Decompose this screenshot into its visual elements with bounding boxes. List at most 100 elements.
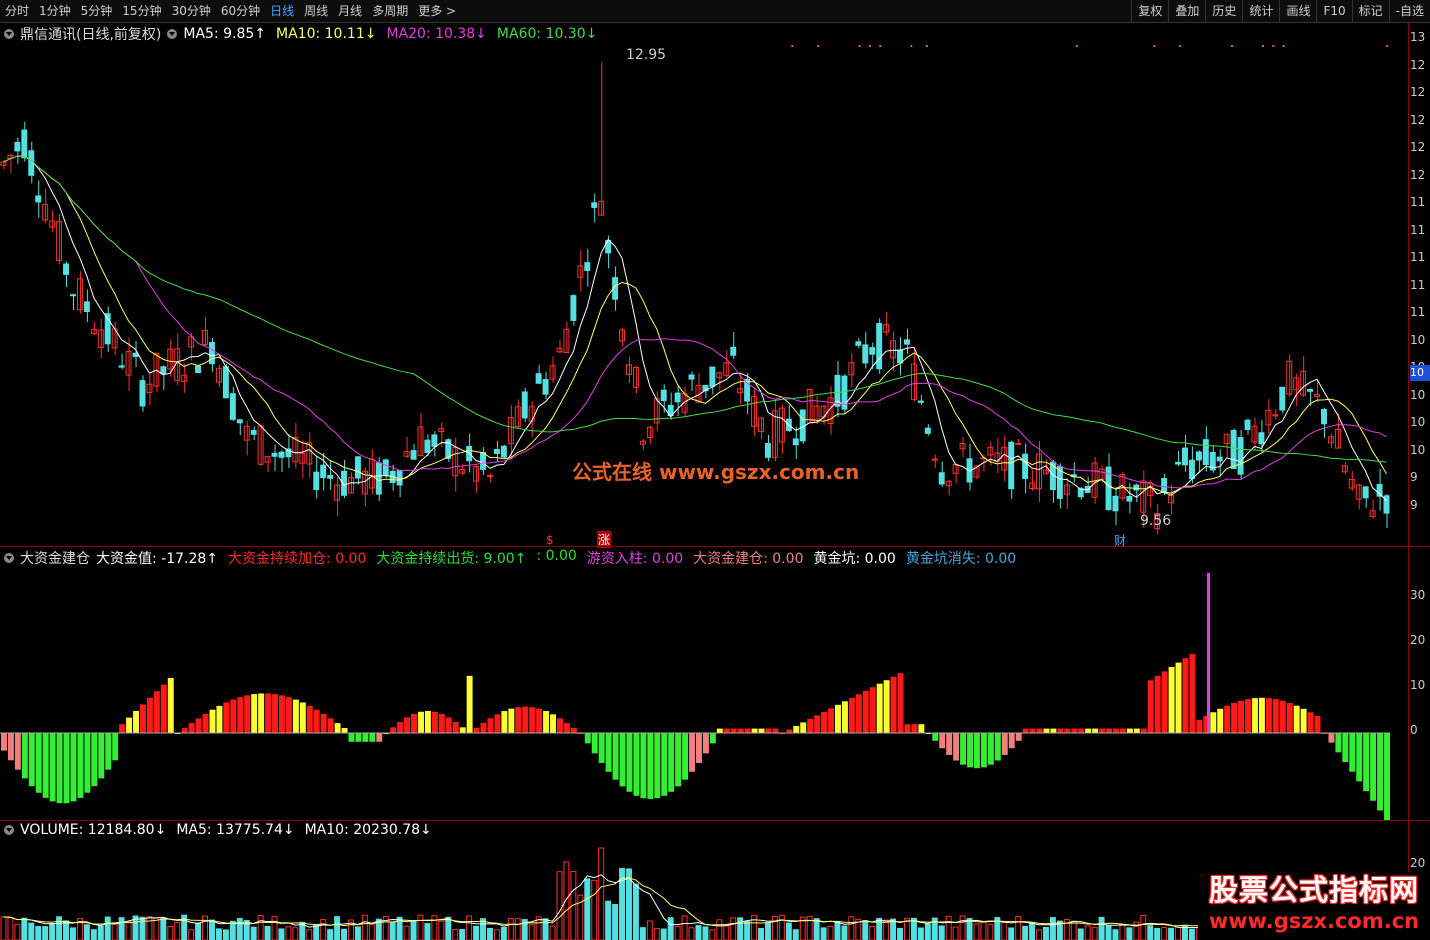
period-tab[interactable]: 5分钟	[76, 0, 118, 22]
y-tick: 0	[1410, 723, 1418, 737]
indicator-bar	[1265, 698, 1272, 733]
indicator-bar	[133, 711, 139, 733]
indicator-chart[interactable]	[0, 568, 1408, 820]
tool-button[interactable]: 历史	[1205, 0, 1242, 22]
tool-button[interactable]: -自选	[1388, 0, 1430, 22]
stock-title[interactable]: 鼎信通讯(日线,前复权)	[20, 24, 161, 44]
field-label: 大资金持续出货: 9.00↑	[376, 551, 527, 567]
indicator-bar	[911, 724, 918, 733]
candle-body	[278, 451, 285, 458]
field-label: 大资金建仓: 0.00	[693, 551, 804, 567]
indicator-bar	[7, 733, 14, 761]
tool-button[interactable]: 复权	[1131, 0, 1168, 22]
inflow-spike	[1207, 573, 1210, 733]
volume-bar	[1084, 925, 1091, 940]
volume-bar	[424, 923, 431, 940]
volume-bar	[1175, 926, 1182, 940]
volume-bar	[195, 922, 202, 940]
volume-bar	[1049, 917, 1056, 940]
volume-bar	[459, 929, 466, 940]
volume-bar	[1070, 920, 1077, 940]
tool-button[interactable]: 统计	[1242, 0, 1279, 22]
y-tick: 11	[1410, 195, 1426, 209]
period-tab[interactable]: 15分钟	[117, 0, 166, 22]
volume-bar	[598, 847, 605, 940]
indicator-bar	[202, 713, 209, 733]
tool-button[interactable]: 叠加	[1168, 0, 1205, 22]
volume-bar	[632, 883, 639, 940]
volume-dropdown-icon[interactable]	[4, 825, 14, 835]
volume-bar	[466, 915, 473, 940]
y-tick: 11	[1410, 250, 1426, 264]
candle-body	[584, 262, 591, 271]
volume-bar	[368, 923, 375, 940]
period-tab[interactable]: 月线	[333, 0, 367, 22]
indicator-bar	[668, 733, 675, 792]
indicator-bar	[1307, 712, 1314, 733]
volume-bar	[1022, 925, 1029, 940]
volume-bar	[744, 921, 751, 940]
candle-body	[730, 346, 737, 356]
signal-dot	[1282, 45, 1285, 47]
indicator-bar	[1064, 728, 1071, 733]
period-tab[interactable]: 日线	[265, 0, 299, 22]
indicator-name[interactable]: 大资金建仓	[20, 548, 90, 568]
event-marker-s[interactable]: $	[546, 533, 554, 547]
indicator-bar	[612, 733, 619, 780]
dropdown-circle-icon[interactable]	[4, 29, 14, 39]
indicator-bar	[946, 733, 953, 755]
tool-button[interactable]: 标记	[1351, 0, 1389, 22]
indicator-bar	[1036, 728, 1043, 733]
volume-chart[interactable]	[0, 842, 1408, 940]
volume-bar	[917, 927, 924, 940]
indicator-bar	[994, 733, 1001, 761]
tool-button[interactable]: F10	[1316, 0, 1351, 22]
signal-dot	[1179, 45, 1182, 47]
volume-bar	[973, 923, 980, 940]
period-tab[interactable]: 更多 >	[413, 0, 461, 22]
candle-body	[1022, 453, 1029, 479]
volume-bar	[716, 919, 723, 940]
indicator-bar	[960, 733, 967, 765]
indicator-bar	[265, 693, 272, 733]
indicator-bar	[160, 684, 167, 733]
indicator-dropdown-icon[interactable]	[4, 553, 14, 563]
volume-bar	[709, 929, 716, 940]
ma-settings-icon[interactable]	[167, 29, 178, 39]
candle-body	[354, 456, 361, 479]
period-tab[interactable]: 30分钟	[167, 0, 216, 22]
indicator-bar	[550, 714, 556, 733]
volume-bar	[688, 927, 695, 940]
period-tab[interactable]: 分时	[0, 0, 34, 22]
volume-bar	[292, 927, 299, 940]
tool-button[interactable]: 画线	[1279, 0, 1316, 22]
y-tick: 12	[1410, 140, 1426, 154]
indicator-bar	[1147, 680, 1154, 733]
indicator-bar	[904, 724, 911, 733]
indicator-bar	[126, 717, 133, 733]
period-tab[interactable]: 60分钟	[216, 0, 265, 22]
candle-body	[1202, 439, 1209, 466]
candle-body	[139, 380, 146, 407]
candle-body	[382, 459, 389, 476]
volume-bar	[1001, 921, 1008, 940]
indicator-bar	[508, 708, 515, 733]
period-tab[interactable]: 1分钟	[34, 0, 76, 22]
volume-bar	[473, 925, 480, 940]
indicator-bar	[466, 675, 473, 733]
indicator-bar	[313, 709, 320, 733]
candle-body	[35, 195, 42, 203]
signal-dot	[879, 45, 882, 47]
period-tab[interactable]: 周线	[299, 0, 333, 22]
candle-body	[320, 464, 327, 479]
indicator-bar	[1189, 653, 1196, 733]
period-tab[interactable]: 多周期	[367, 0, 413, 22]
indicator-bar	[362, 733, 369, 742]
volume-bar	[730, 917, 737, 940]
volume-bar	[264, 925, 271, 940]
volume-bar	[21, 917, 28, 940]
signal-dot	[925, 45, 928, 47]
indicator-bar	[146, 697, 153, 733]
indicator-bar	[1224, 705, 1231, 733]
volume-bar	[653, 927, 660, 940]
